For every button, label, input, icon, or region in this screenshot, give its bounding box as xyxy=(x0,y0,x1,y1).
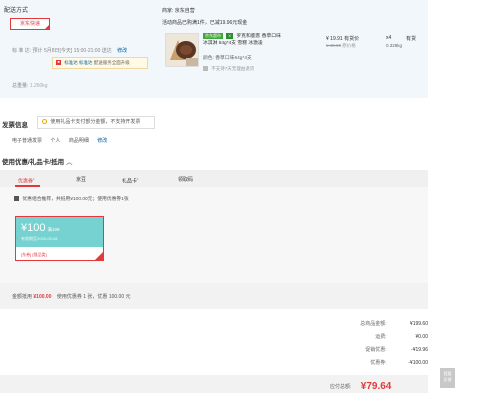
totals-label: 运费: xyxy=(375,334,387,340)
coupon-auto-text: 优惠组合推荐，共抵用¥100.00元；使用优惠券1张 xyxy=(22,197,129,202)
tab-giftcard-label: 礼品卡 xyxy=(122,178,138,185)
weight-label: 总重量: xyxy=(12,83,29,89)
price-value: ¥ 19.91 xyxy=(326,36,343,42)
chevron-up-icon: ︿ xyxy=(65,159,73,166)
tab-giftcard-mark: • xyxy=(137,176,139,181)
tab-redeem-label: 领取码 xyxy=(178,177,194,183)
summary-prefix: 金额抵用 xyxy=(12,294,33,300)
coupon-section-header[interactable]: 使用优惠/礼品卡/抵用 ︿ xyxy=(2,156,72,166)
invoice-section-label: 发票信息 xyxy=(2,122,28,129)
delivery-edit-link[interactable]: 修改 xyxy=(117,48,127,54)
tab-giftcard[interactable]: 礼品卡• xyxy=(122,176,138,185)
invoice-notice-text: 使用礼品卡支付部分金额，不支持开发票 xyxy=(50,119,141,125)
totals-value: -¥19.96 xyxy=(411,347,428,353)
no-return-text: 不支持7天无理由退货 xyxy=(211,66,255,71)
product-title-line1: 罗克和鹿客 香草口味 xyxy=(236,34,281,39)
product-orig-price: ¥ 49.90 原价格 xyxy=(326,43,356,49)
no-return-row: 不支持7天无理由退货 xyxy=(203,66,254,72)
summary-amount: ¥100.00 xyxy=(33,294,52,300)
selected-corner-icon xyxy=(44,24,50,30)
product-price: ¥ 19.91 有货价 xyxy=(326,35,359,42)
tab-coupons-mark: • xyxy=(33,176,35,181)
product-image[interactable] xyxy=(165,33,199,67)
active-tab-indicator xyxy=(15,185,40,187)
shop-label: 商家: xyxy=(162,8,174,14)
totals-label: 促销优惠: xyxy=(365,347,387,353)
invoice-detail: 电子普通发票 个人 商品明细 修改 xyxy=(12,137,114,144)
totals-row-coupon: 优惠券: -¥100.00 xyxy=(337,359,428,366)
invoice-content: 商品明细 xyxy=(68,138,89,144)
checkbox-icon[interactable] xyxy=(14,196,19,202)
totals-label: 优惠券: xyxy=(370,360,387,366)
shipping-section-label: 配送方式 xyxy=(4,8,29,14)
product-tag-x: X xyxy=(226,33,234,39)
feedback-line2: 反馈 xyxy=(443,377,452,382)
tab-jingdou-label: 京豆 xyxy=(76,177,87,183)
totals-row-promo: 促销优惠: -¥19.96 xyxy=(337,346,428,353)
info-icon xyxy=(42,119,47,125)
product-stock: 有货 xyxy=(406,36,417,42)
product-title[interactable]: 京东超市 X 罗克和鹿客 香草口味 冰淇淋 64g*4支 雪糕 冰激凌 xyxy=(203,33,315,47)
tab-jingdou[interactable]: 京豆 xyxy=(76,176,86,183)
orig-price-note: 原价格 xyxy=(342,43,356,48)
feedback-button[interactable]: 我要 反馈 xyxy=(440,368,455,388)
product-tag-supermarket: 京东超市 xyxy=(203,33,223,39)
weight-value: 1.260kg xyxy=(29,83,48,89)
coupon-condition: [东券] [限品类] xyxy=(21,252,47,257)
product-spec: 颜色: 香草口味64g*4支 xyxy=(203,56,252,61)
coupon-summary: 金额抵用 ¥100.00 使用优惠券 1 张，优惠 100.00 元 xyxy=(12,293,131,300)
product-title-line2: 冰淇淋 64g*4支 雪糕 冰激凌 xyxy=(203,41,263,46)
delivery-badge-icon: ■ xyxy=(56,60,61,66)
summary-suffix: 使用优惠券 1 张，优惠 100.00 元 xyxy=(56,294,131,300)
coupon-amount: ¥100 xyxy=(21,222,46,234)
delivery-tip: ■ 标准达 标准达 配送服务全面升级 xyxy=(52,57,148,69)
payable-row: 应付总额: ¥79.64 xyxy=(330,381,391,392)
product-weight: 0.328kg xyxy=(386,43,403,48)
totals-label: 总商品金额: xyxy=(360,321,387,327)
coupon-type: 满199 xyxy=(47,227,60,232)
coupon-auto-row[interactable]: 优惠组合推荐，共抵用¥100.00元；使用优惠券1张 xyxy=(14,195,129,202)
delivery-time-text: 标 准 达: 预计 5月8日[今天] 15:00-21:00 送达 xyxy=(12,48,112,54)
total-weight-row: 总重量: 1.260kg xyxy=(12,82,48,89)
payable-label: 应付总额: xyxy=(330,383,352,390)
coupon-section-label: 使用优惠/礼品卡/抵用 xyxy=(2,159,65,166)
promo-line: 活动商品已购满1件，已减19.96元现金 xyxy=(162,20,248,26)
product-qty: x4 xyxy=(386,35,392,41)
selected-corner-icon xyxy=(95,252,103,260)
invoice-notice: 使用礼品卡支付部分金额，不支持开发票 xyxy=(37,116,155,129)
invoice-type: 电子普通发票 xyxy=(12,138,43,144)
price-note: 有货价 xyxy=(344,36,360,42)
coupon-card[interactable]: ¥100 满199 有效期至2025-05-08 [东券] [限品类] xyxy=(15,216,104,261)
delivery-tip-badges: 标准达 标准达 xyxy=(64,60,93,65)
invoice-title: 个人 xyxy=(50,138,61,144)
tab-redeem-code[interactable]: 领取码 xyxy=(178,176,193,183)
shop-line: 商家: 京东自营 xyxy=(162,7,195,14)
shipping-method-label: 京东快递 xyxy=(19,21,40,27)
shipping-method-option[interactable]: 京东快递 xyxy=(10,18,50,30)
tab-coupons[interactable]: 优惠券• xyxy=(18,176,34,185)
coupon-tabs: 优惠券• 京豆 礼品卡• 领取码 xyxy=(0,170,428,187)
totals-row-goods: 总商品金额: ¥199.60 xyxy=(337,320,428,327)
coupon-amount-row: ¥100 满199 xyxy=(21,222,60,234)
payable-amount: ¥79.64 xyxy=(360,381,392,392)
totals-value: ¥199.60 xyxy=(409,321,428,327)
totals-value: -¥100.00 xyxy=(408,360,428,366)
orig-price-value: ¥ 49.90 xyxy=(326,43,342,48)
no-return-icon xyxy=(203,66,208,72)
coupon-expiry: 有效期至2025-05-08 xyxy=(21,236,58,241)
invoice-edit-link[interactable]: 修改 xyxy=(97,138,107,144)
shop-name: 京东自营 xyxy=(174,8,195,14)
totals-row-shipping: 运费: ¥0.00 xyxy=(337,333,428,340)
delivery-time-row: 标 准 达: 预计 5月8日[今天] 15:00-21:00 送达 修改 xyxy=(12,47,127,54)
delivery-tip-text: 配送服务全面升级 xyxy=(93,60,130,65)
totals-value: ¥0.00 xyxy=(415,334,428,340)
tab-coupons-label: 优惠券 xyxy=(18,178,34,185)
